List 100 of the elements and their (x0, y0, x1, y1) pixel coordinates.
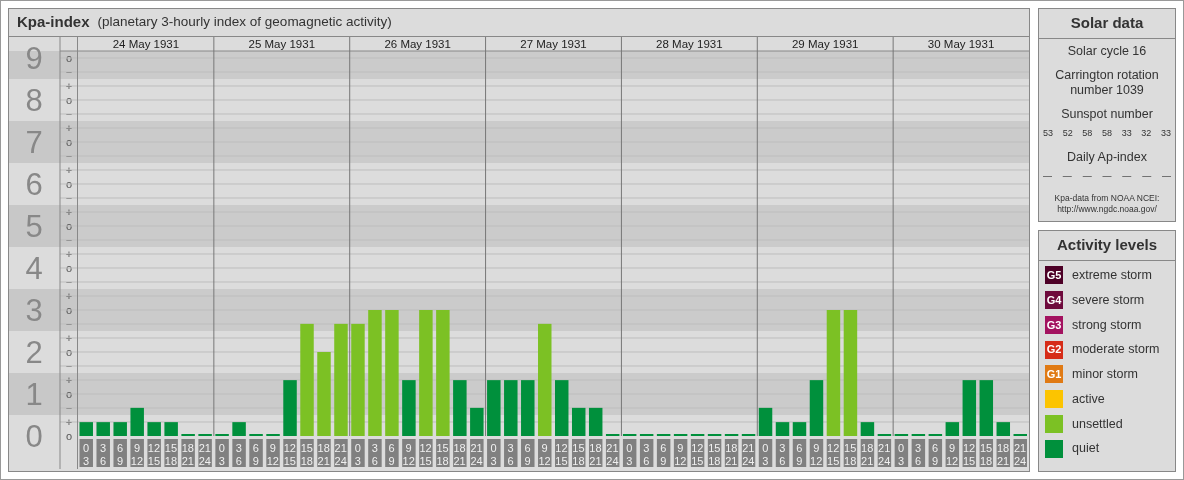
kp-level-label: 7 (25, 124, 43, 160)
date-label: 28 May 1931 (656, 38, 723, 50)
kp-bar (588, 407, 603, 436)
legend-swatch: G4 (1045, 291, 1063, 310)
time-range-label: 6 9 (656, 439, 671, 467)
kp-subdivision-label: − (65, 318, 73, 330)
ap-value: — (1161, 170, 1171, 183)
kp-bar (402, 380, 416, 436)
kp-subdivision-label: − (65, 234, 73, 246)
kp-subdivision-label: o (65, 346, 73, 358)
kp-subdivision-label: + (65, 206, 73, 218)
kp-subdivision-label: + (65, 80, 73, 92)
legend-label: severe storm (1072, 291, 1145, 309)
kp-bar (283, 380, 297, 436)
kp-bar (809, 380, 824, 436)
legend-label: minor storm (1072, 366, 1138, 383)
kp-subdivision-label: o (65, 304, 73, 316)
time-range-label: 21 24 (334, 439, 348, 467)
kp-bar (996, 422, 1010, 436)
ap-value: — (1142, 170, 1152, 183)
kp-bar (860, 422, 875, 436)
time-range-label: 21 24 (1013, 439, 1027, 467)
kp-subdivision-label: o (65, 94, 73, 106)
kp-bar (79, 422, 93, 436)
time-range-label: 9 12 (266, 439, 280, 467)
legend-label: strong storm (1072, 316, 1142, 334)
kp-subdivision-label: o (65, 262, 73, 274)
kp-bar (470, 407, 484, 436)
kp-subdivision-label: − (65, 108, 73, 120)
time-range-label: 0 3 (215, 439, 229, 467)
sunspot-value: 33 (1121, 127, 1132, 140)
kp-subdivision-label: o (65, 430, 73, 442)
time-range-label: 12 15 (962, 439, 977, 467)
kp-subdivision-label: − (65, 402, 73, 414)
ap-value: — (1043, 170, 1052, 183)
kp-bar (130, 407, 144, 436)
time-range-label: 15 18 (572, 439, 586, 467)
ap-value: — (1082, 170, 1092, 183)
legend-swatch: G5 (1045, 266, 1063, 285)
kp-subdivision-label: + (65, 248, 73, 260)
solar-cycle-text: Solar cycle 16 (1067, 44, 1147, 59)
time-range-label: 0 3 (79, 439, 93, 467)
time-range-label: 6 9 (928, 439, 943, 467)
kp-level-label: 2 (25, 334, 43, 370)
kp-bar (453, 380, 467, 436)
time-range-label: 12 15 (419, 439, 433, 467)
time-range-label: 6 9 (521, 439, 535, 467)
legend-label: active (1072, 390, 1105, 408)
time-range-label: 18 21 (453, 439, 467, 467)
kp-level-label: 6 (25, 166, 43, 202)
time-range-label: 3 6 (504, 439, 518, 467)
time-range-label: 0 3 (487, 439, 501, 467)
time-range-label: 18 21 (588, 439, 603, 467)
legend-label: unsettled (1072, 415, 1123, 433)
kp-bar (572, 407, 586, 436)
time-range-label: 15 18 (979, 439, 994, 467)
time-range-label: 6 9 (385, 439, 399, 467)
kp-bar (775, 422, 790, 436)
kp-bar (96, 422, 110, 436)
kp-subdivision-label: − (65, 66, 73, 78)
ap-value: — (1062, 170, 1072, 183)
kp-bar (555, 380, 569, 436)
kp-subdivision-label: o (65, 136, 73, 148)
kp-subdivision-label: + (65, 164, 73, 176)
kp-level-label: 1 (25, 376, 43, 412)
time-range-label: 9 12 (538, 439, 552, 467)
sunspot-value: 52 (1062, 127, 1073, 140)
time-range-label: 9 12 (809, 439, 824, 467)
time-range-label: 18 21 (860, 439, 875, 467)
sunspot-value: 53 (1043, 127, 1053, 140)
kp-bar (945, 422, 960, 436)
kp-bar (164, 422, 178, 436)
time-range-label: 15 18 (843, 439, 858, 467)
sunspot-value: 33 (1160, 127, 1171, 140)
kp-level-label: 4 (25, 250, 43, 286)
time-range-label: 21 24 (877, 439, 892, 467)
kp-bar (232, 422, 246, 436)
panel-title: Activity levels (1039, 231, 1175, 261)
date-label: 26 May 1931 (384, 38, 451, 50)
kp-level-label: 3 (25, 292, 43, 328)
time-range-label: 21 24 (198, 439, 212, 467)
kp-level-label: 0 (25, 418, 43, 454)
date-label: 25 May 1931 (248, 38, 316, 50)
kp-bar (962, 380, 977, 436)
chart-subtitle: (planetary 3-hourly index of geomagnetic activity) (97, 13, 392, 32)
legend-label: extreme storm (1072, 267, 1152, 284)
time-range-label: 15 18 (164, 439, 178, 467)
kp-bar (504, 380, 518, 436)
time-range-label: 3 6 (911, 439, 926, 467)
kp-subdivision-label: o (65, 220, 73, 232)
time-range-label: 18 21 (317, 439, 331, 467)
time-range-label: 9 12 (402, 439, 416, 467)
legend-label: quiet (1072, 440, 1100, 458)
time-range-label: 0 3 (758, 439, 773, 467)
time-range-label: 3 6 (368, 439, 382, 467)
time-range-label: 21 24 (470, 439, 484, 467)
time-range-label: 3 6 (96, 439, 110, 467)
kp-subdivision-label: + (65, 416, 73, 428)
section-label: Daily Ap-index (1067, 150, 1147, 165)
kp-subdivision-label: o (65, 178, 73, 190)
